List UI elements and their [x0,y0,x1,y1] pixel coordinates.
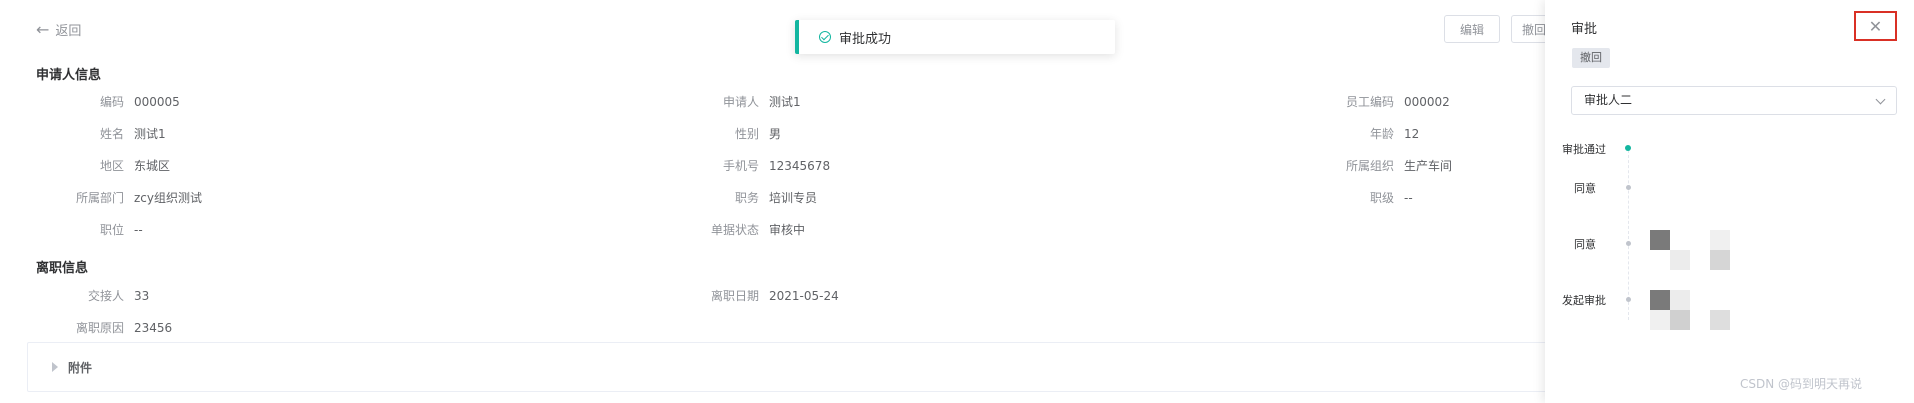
field-value: 000002 [1404,95,1450,109]
field-label: 性别 [734,127,759,141]
field-label: 职级 [1369,191,1394,205]
field-handover: 交接人 33 [88,288,150,304]
field-label: 离职日期 [710,289,759,303]
field-value: 23456 [134,321,173,335]
field-doc-status: 单据状态 审核中 [711,222,806,238]
field-reason: 离职原因 23456 [76,320,173,336]
field-label: 所属组织 [1345,159,1394,173]
field-label: 所属部门 [75,191,124,205]
field-value: -- [1404,191,1413,205]
field-label: 手机号 [722,159,759,173]
field-phone: 手机号 12345678 [723,158,831,174]
field-label: 单据状态 [710,223,759,237]
toast-message: 审批成功 [839,31,892,47]
field-value: 33 [134,289,150,303]
field-label: 年龄 [1369,127,1394,141]
field-position: 职位 -- [100,222,143,238]
field-value: 生产车间 [1404,159,1453,173]
field-name: 姓名 测试1 [100,126,166,142]
field-value: 测试1 [134,127,166,141]
timeline-item-label: 同意 [1574,182,1596,195]
field-label: 交接人 [87,289,124,303]
field-value: zcy组织测试 [134,191,202,205]
back-label: 返回 [55,24,82,39]
field-label: 姓名 [99,127,124,141]
success-toast: 审批成功 [795,20,1115,54]
timeline-item-label: 发起审批 [1562,294,1606,307]
field-value: 培训专员 [769,191,818,205]
field-label: 职位 [99,223,124,237]
timeline-item-label: 同意 [1574,238,1596,251]
field-value: 男 [769,127,782,141]
field-dept: 所属部门 zcy组织测试 [76,190,202,206]
resign-section-title: 离职信息 [36,261,89,276]
field-label: 申请人 [722,95,759,109]
field-employee-code: 员工编码 000002 [1346,94,1450,110]
field-value: 12 [1404,127,1420,141]
withdraw-tag[interactable]: 撤回 [1572,48,1610,68]
timeline-status: 审批通过 [1562,143,1606,156]
attachments-panel[interactable]: 附件 [27,342,1567,392]
field-age: 年龄 12 [1370,126,1420,142]
field-value: 000005 [134,95,180,109]
timeline-dot-active [1625,145,1631,151]
timeline-dot [1626,185,1631,190]
drawer-title: 审批 [1571,22,1598,37]
applicant-section-title: 申请人信息 [36,68,102,83]
field-org: 所属组织 生产车间 [1346,158,1453,174]
field-label: 离职原因 [75,321,124,335]
timeline-dot [1626,241,1631,246]
approver-select-value: 审批人二 [1584,93,1633,107]
edit-button[interactable]: 编辑 [1444,15,1500,43]
field-value: 2021-05-24 [769,289,839,303]
field-gender: 性别 男 [735,126,782,142]
timeline-line [1628,150,1629,320]
field-code: 编码 000005 [100,94,180,110]
field-value: 12345678 [769,159,831,173]
field-value: 审核中 [769,223,806,237]
arrow-left-icon: ← [36,19,50,39]
field-resign-date: 离职日期 2021-05-24 [711,288,839,304]
approver-select[interactable]: 审批人二 [1571,86,1897,115]
field-region: 地区 东城区 [100,158,171,174]
field-label: 员工编码 [1345,95,1394,109]
field-applicant: 申请人 测试1 [723,94,801,110]
chevron-down-icon [1875,94,1886,105]
field-label: 地区 [99,159,124,173]
field-label: 职务 [734,191,759,205]
field-label: 编码 [99,95,124,109]
caret-right-icon [52,362,58,372]
back-link[interactable]: ← 返回 [36,20,81,39]
field-job: 职务 培训专员 [735,190,818,206]
timeline-dot [1626,297,1631,302]
check-circle-icon [819,31,831,43]
close-button[interactable]: ✕ [1854,11,1897,41]
field-level: 职级 -- [1370,190,1413,206]
field-value: -- [134,223,143,237]
close-icon: ✕ [1868,16,1883,36]
field-value: 东城区 [134,159,171,173]
attachments-label: 附件 [68,360,93,375]
approval-drawer: 审批 ✕ 撤回 审批人二 [1545,0,1914,403]
field-value: 测试1 [769,95,801,109]
watermark: CSDN @码到明天再说 [1740,377,1863,391]
